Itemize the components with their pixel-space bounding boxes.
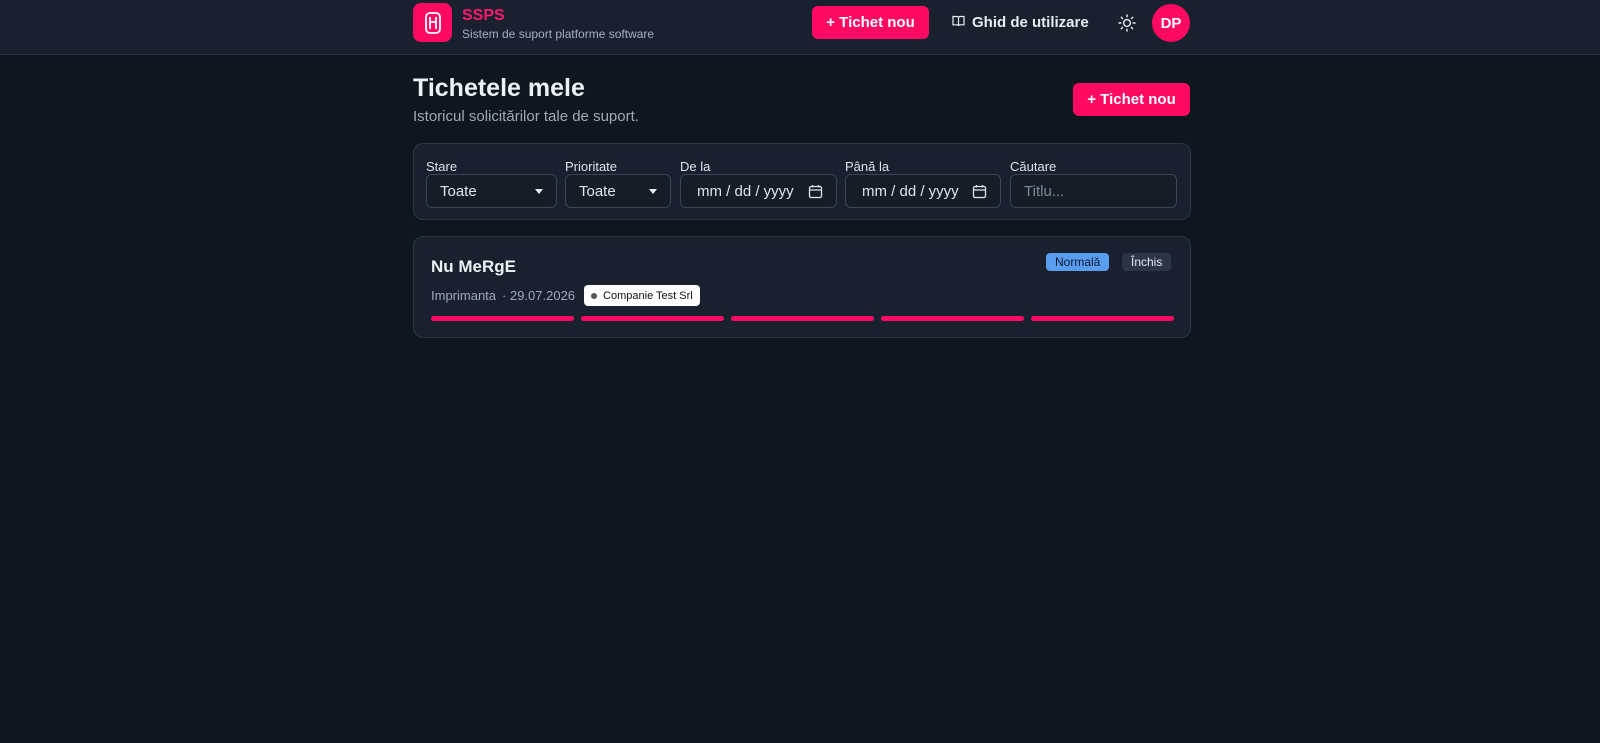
- book-icon: [952, 14, 965, 31]
- company-dot-icon: [591, 292, 598, 299]
- header-new-ticket-button[interactable]: + Tichet nou: [812, 6, 929, 39]
- page-title: Tichetele mele: [413, 74, 585, 102]
- priority-filter-select[interactable]: Toate: [565, 174, 671, 208]
- calendar-icon[interactable]: [808, 184, 823, 199]
- user-guide-label: Ghid de utilizare: [972, 14, 1089, 31]
- page-subtitle: Istoricul solicitărilor tale de suport.: [413, 108, 639, 125]
- filters-panel: Stare Toate Prioritate Toate De la mm / …: [413, 143, 1191, 220]
- progress-segment: [581, 316, 724, 321]
- company-name: Companie Test Srl: [603, 289, 693, 302]
- top-navbar: SSPS Sistem de suport platforme software…: [0, 0, 1600, 55]
- date-from-label: De la: [680, 159, 711, 174]
- ticket-title[interactable]: Nu MeRgE: [431, 257, 516, 277]
- priority-filter-value: Toate: [579, 182, 616, 200]
- ticket-category: Imprimanta: [431, 288, 497, 303]
- user-avatar[interactable]: DP: [1152, 4, 1190, 42]
- theme-toggle-sun-icon[interactable]: [1116, 12, 1138, 34]
- search-input[interactable]: [1024, 182, 1163, 200]
- date-to-input[interactable]: mm / dd / yyyy: [845, 174, 1001, 208]
- ticket-date: · 29.07.2026: [502, 288, 576, 303]
- search-field[interactable]: [1010, 174, 1177, 208]
- progress-segment: [1031, 316, 1174, 321]
- status-badge: Închis: [1122, 253, 1172, 271]
- caret-down-icon: [535, 188, 543, 194]
- brand-name: SSPS: [462, 7, 505, 24]
- status-filter-value: Toate: [440, 182, 477, 200]
- priority-filter-label: Prioritate: [565, 159, 618, 174]
- app-logo-icon[interactable]: [413, 3, 452, 42]
- ticket-progress: [431, 316, 1174, 322]
- caret-down-icon: [649, 188, 657, 194]
- progress-segment: [881, 316, 1024, 321]
- progress-segment: [431, 316, 574, 321]
- calendar-icon[interactable]: [972, 184, 987, 199]
- priority-badge: Normală: [1046, 253, 1110, 271]
- brand-subtitle: Sistem de suport platforme software: [462, 27, 655, 41]
- date-from-value: mm / dd / yyyy: [697, 182, 794, 200]
- date-to-label: Până la: [845, 159, 890, 174]
- date-from-input[interactable]: mm / dd / yyyy: [680, 174, 837, 208]
- ticket-card[interactable]: Nu MeRgE Imprimanta · 29.07.2026 Compani…: [413, 236, 1191, 338]
- user-guide-link[interactable]: Ghid de utilizare: [952, 6, 1089, 39]
- progress-segment: [731, 316, 874, 321]
- company-badge: Companie Test Srl: [584, 285, 700, 306]
- date-to-value: mm / dd / yyyy: [862, 182, 959, 200]
- search-label: Căutare: [1010, 159, 1057, 174]
- status-filter-label: Stare: [426, 159, 458, 174]
- new-ticket-button[interactable]: + Tichet nou: [1073, 83, 1190, 116]
- ticket-meta: Imprimanta · 29.07.2026 Companie Test Sr…: [431, 285, 700, 306]
- status-filter-select[interactable]: Toate: [426, 174, 557, 208]
